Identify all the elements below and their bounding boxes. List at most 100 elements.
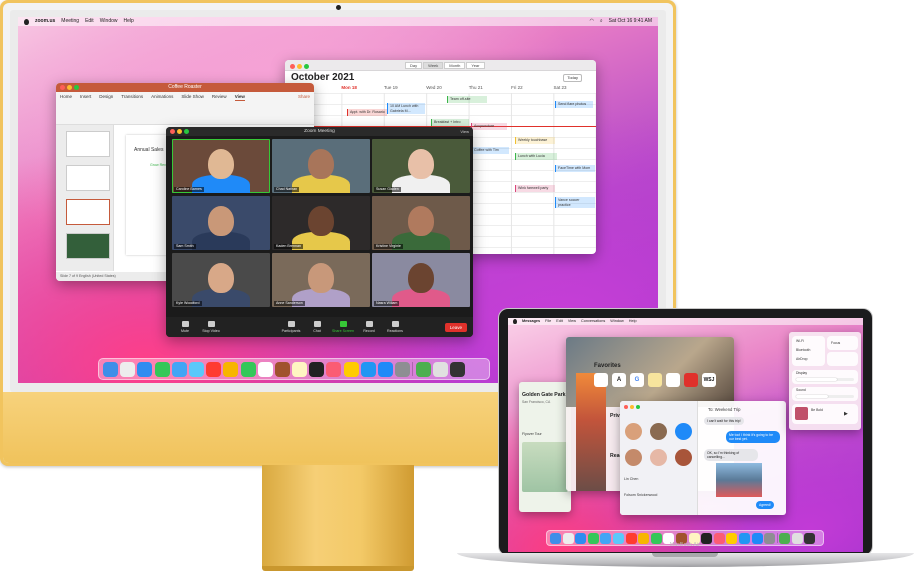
chat-button[interactable]: Chat (304, 321, 330, 333)
menu-item-view[interactable]: View (568, 318, 576, 325)
zoom-button[interactable] (184, 129, 189, 134)
menu-item-help[interactable]: Help (124, 17, 134, 26)
tab-view[interactable]: View (234, 92, 245, 101)
calendar-event[interactable]: Vance soccer practice (555, 197, 595, 208)
dock-app-icon[interactable] (587, 532, 599, 544)
dock-app-icon[interactable] (395, 361, 411, 377)
avatar[interactable] (675, 449, 692, 466)
ribbon-toolbar[interactable] (56, 101, 314, 125)
tab-review[interactable]: Review (212, 92, 227, 101)
dock-app-icon[interactable] (449, 361, 465, 377)
video-tile[interactable]: Kyle Woodford (172, 253, 270, 307)
menu-item-edit[interactable]: Edit (556, 318, 563, 325)
menu-item-file[interactable]: File (545, 318, 551, 325)
video-tile[interactable]: Kaden Brennan (272, 196, 370, 250)
menu-clock[interactable]: Sat Oct 16 9:41 AM (609, 17, 652, 26)
apple-icon[interactable] (513, 319, 517, 324)
tab-day[interactable]: Day (405, 62, 423, 69)
tab-insert[interactable]: Insert (80, 92, 91, 101)
dock-app-icon[interactable] (726, 532, 738, 544)
minimize-button[interactable] (177, 129, 182, 134)
leave-button[interactable]: Leave (444, 322, 467, 332)
avatar[interactable] (625, 423, 642, 440)
favorite-icon-g[interactable]: G (630, 373, 644, 387)
display-slider[interactable] (796, 378, 854, 381)
dock-app-icon[interactable] (343, 361, 359, 377)
dock-app-icon[interactable] (188, 361, 204, 377)
calendar-event[interactable]: Lunch with Lucia (515, 153, 557, 160)
avatar[interactable] (650, 423, 667, 440)
calendar-event[interactable]: Send flare photos (555, 101, 593, 108)
calendar-event[interactable]: Coffee with Tim (471, 147, 509, 154)
dock-app-icon[interactable] (432, 361, 448, 377)
reactions-button[interactable]: Reactions (382, 321, 408, 333)
dock-app-icon[interactable] (240, 361, 256, 377)
menu-item-meeting[interactable]: Meeting (61, 17, 79, 26)
dock-app-icon[interactable] (257, 361, 273, 377)
favorite-icon-bird[interactable] (666, 373, 680, 387)
zoom-button[interactable] (636, 405, 640, 409)
tab-slide-show[interactable]: Slide Show (181, 92, 204, 101)
dock-app-icon[interactable] (292, 361, 308, 377)
video-tile[interactable]: Anne Sanderson (272, 253, 370, 307)
now-playing-tile[interactable]: Be Bold ▶ (792, 404, 858, 424)
video-tile[interactable]: Sam Smith (172, 196, 270, 250)
dock-app-icon[interactable] (378, 361, 393, 377)
dock-app-icon[interactable] (612, 532, 624, 544)
favorite-icon-red[interactable] (684, 373, 698, 387)
maps-guide[interactable]: Flyover Tour (522, 432, 542, 436)
contact-name[interactable]: Lin Chen (624, 477, 638, 481)
dock-app-icon[interactable] (575, 532, 587, 544)
dock-app-icon[interactable] (625, 532, 637, 544)
mute-button[interactable]: Mute (172, 321, 198, 333)
menu-item-window[interactable]: Window (100, 17, 118, 26)
participants-button[interactable]: Participants (278, 321, 304, 333)
stop-video-button[interactable]: Stop Video (198, 321, 224, 333)
tab-home[interactable]: Home (60, 92, 72, 101)
tab-month[interactable]: Month (444, 62, 466, 69)
favorite-icon-a[interactable]: A (612, 373, 626, 387)
tab-transitions[interactable]: Transitions (121, 92, 143, 101)
avatar-selected[interactable] (675, 423, 692, 440)
tab-design[interactable]: Design (99, 92, 113, 101)
video-tile[interactable]: Nasra Wiliam (372, 253, 470, 307)
menu-app-name[interactable]: Messages (522, 318, 540, 325)
close-button[interactable] (170, 129, 175, 134)
focus-tile[interactable]: Focus (827, 336, 858, 350)
minimize-button[interactable] (67, 85, 72, 90)
airdrop-toggle[interactable]: AirDrop (796, 357, 808, 361)
dock-app-icon[interactable] (326, 361, 342, 377)
calendar-event[interactable]: Weekly touchbase (515, 137, 555, 144)
dock-app-icon[interactable] (791, 532, 803, 544)
dock-app-icon[interactable] (804, 532, 816, 544)
share-screen-button[interactable]: Share Screen (330, 321, 356, 333)
menu-app-name[interactable]: zoom.us (35, 17, 55, 26)
menu-item-edit[interactable]: Edit (85, 17, 94, 26)
dock-app-icon[interactable] (751, 532, 763, 544)
share-button[interactable]: Share (298, 92, 310, 101)
dock-app-icon[interactable] (103, 361, 118, 377)
dock-app-icon[interactable] (171, 361, 187, 377)
minimize-button[interactable] (297, 64, 302, 69)
menu-item-help[interactable]: Help (629, 318, 637, 325)
wifi-icon[interactable]: ◠ (589, 17, 593, 26)
minimize-button[interactable] (630, 405, 634, 409)
zoom-button[interactable] (74, 85, 79, 90)
volume-slider[interactable] (796, 395, 854, 398)
avatar[interactable] (650, 449, 667, 466)
dock-app-icon[interactable] (779, 532, 791, 544)
view-button[interactable]: View (460, 129, 469, 134)
dock-app-icon[interactable] (415, 361, 431, 377)
dock-app-icon[interactable] (120, 361, 136, 377)
video-tile[interactable]: Caroline Barnes (172, 139, 270, 193)
video-tile[interactable]: Kristine Virginie (372, 196, 470, 250)
apple-favorite-icon[interactable] (594, 373, 608, 387)
bluetooth-toggle[interactable]: Bluetooth (796, 348, 810, 352)
today-button[interactable]: Today (563, 74, 582, 82)
wifi-toggle[interactable]: Wi-Fi (796, 339, 804, 343)
slide-thumbnail[interactable] (66, 233, 110, 259)
dock-app-icon[interactable] (309, 361, 325, 377)
slide-thumbnail[interactable] (66, 165, 110, 191)
calendar-event[interactable]: 10 AM Lunch with Gabriela M... (387, 103, 425, 114)
dock-app-icon[interactable] (764, 532, 776, 544)
